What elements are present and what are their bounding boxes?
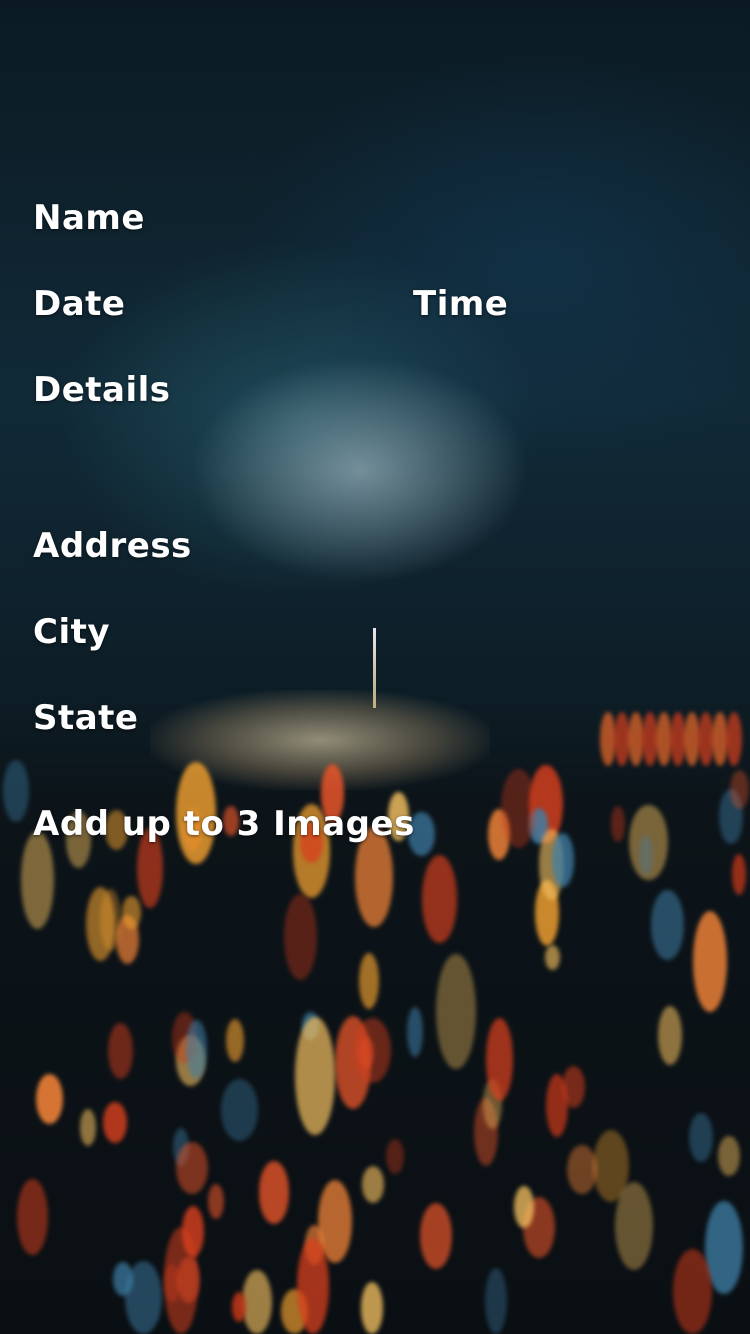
add-images-label[interactable]: Add up to 3 Images <box>33 804 415 844</box>
event-form: Name Date Time Details Address City Stat… <box>0 0 750 1334</box>
time-label[interactable]: Time <box>413 284 508 324</box>
address-label[interactable]: Address <box>33 526 192 566</box>
name-label[interactable]: Name <box>33 198 145 238</box>
city-label[interactable]: City <box>33 612 110 652</box>
date-label[interactable]: Date <box>33 284 125 324</box>
screen: Name Date Time Details Address City Stat… <box>0 0 750 1334</box>
state-label[interactable]: State <box>33 698 139 738</box>
details-label[interactable]: Details <box>33 370 171 410</box>
